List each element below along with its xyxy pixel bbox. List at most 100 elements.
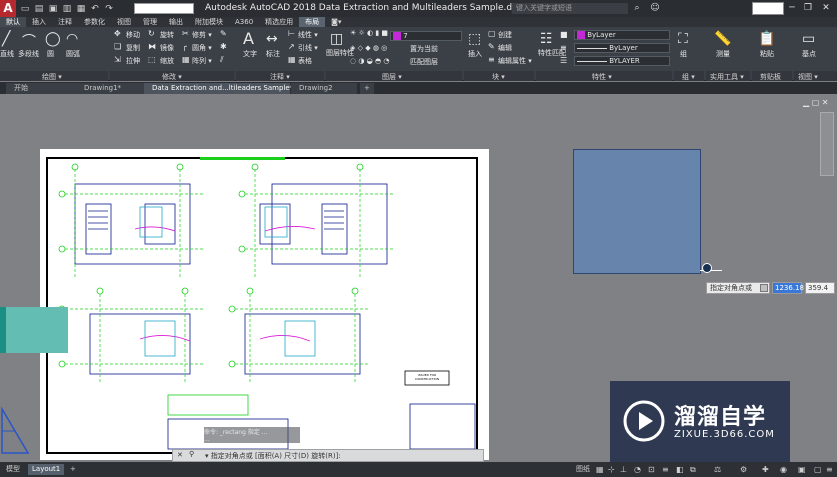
polar-icon[interactable]: ◔ [634,464,641,475]
new-file-icon[interactable]: ▭ [20,4,30,14]
circle-button[interactable]: 圆 [47,49,54,59]
explode-icon[interactable]: ✱ [220,42,227,51]
lineweight-dropdown[interactable]: BYLAYER [574,56,670,66]
polyline-button[interactable]: 多段线 [18,49,39,59]
color-dropdown[interactable]: ByLayer [574,30,670,40]
match-layer-button[interactable]: 匹配图层 [410,57,438,67]
match-properties-button[interactable]: 特性匹配 [538,49,566,57]
groups-panel-label[interactable]: 组 ▾ [682,72,695,82]
properties-panel-label[interactable]: 特性 ▾ [592,72,612,82]
table-button[interactable]: 表格 [298,56,312,66]
tab-output[interactable]: 输出 [163,17,189,27]
group-icon[interactable]: ⛶ [678,31,688,47]
tab-drawing2[interactable]: Drawing2 [291,83,357,94]
annotation-scale-icon[interactable]: ⚖ [714,464,721,475]
measure-icon[interactable]: 📏 [714,31,731,47]
dimension-button[interactable]: 标注 [266,49,280,59]
base-point-button[interactable]: 基点 [802,49,816,59]
plot-icon[interactable]: ▦ [76,4,86,14]
line-icon[interactable]: ╱ [2,31,10,47]
snap-icon[interactable]: ⊹ [608,464,615,475]
minimize-button[interactable]: ─ [785,2,799,15]
group-button[interactable]: 组 [680,49,687,59]
workspace-icon[interactable]: ⚙ [740,464,747,475]
tab-layout1[interactable]: Layout1 [28,464,65,475]
layer-tool-icons-2[interactable]: ◌ ◑ ◒ ◓ ◔ [350,57,389,65]
fillet-button[interactable]: 圆角 ▾ [192,43,212,53]
create-block-button[interactable]: 创建 [498,30,512,40]
modify-panel-label[interactable]: 修改 ▾ [162,72,182,82]
clean-screen-icon[interactable]: ▢ [814,464,822,475]
edit-block-icon[interactable]: ✎ [488,42,495,51]
dimension-icon[interactable]: ↔ [266,31,278,47]
save-icon[interactable]: ▣ [48,4,58,14]
grid-icon[interactable]: ▦ [596,464,604,475]
layer-properties-icon[interactable]: ◫ [330,31,343,47]
login-field[interactable] [752,2,784,15]
command-close-icon[interactable]: ✕ [177,451,183,459]
tab-model[interactable]: 模型 [2,464,24,475]
restore-button[interactable]: ❐ [801,2,815,15]
utilities-panel-label[interactable]: 实用工具 ▾ [710,72,744,82]
dynamic-input-x[interactable]: 1236.18 [772,282,804,294]
linear-button[interactable]: 线性 ▾ [298,30,318,40]
selection-cycling-icon[interactable]: ⧉ [690,464,696,475]
isolate-icon[interactable]: ◉ [780,464,787,475]
close-button[interactable]: ✕ [819,2,833,15]
polyline-icon[interactable]: ⌒ [22,31,36,51]
arc-icon[interactable]: ◠ [66,31,78,47]
stretch-button[interactable]: 拉伸 [126,56,140,66]
edit-attributes-icon[interactable]: ≡ [488,55,495,64]
fillet-icon[interactable]: ╭ [182,42,187,51]
paper-space-label[interactable]: 图纸 [572,464,594,475]
autocad-logo-icon[interactable]: A [0,0,16,17]
circle-icon[interactable]: ◯ [45,31,61,47]
mirror-button[interactable]: 镜像 [160,43,174,53]
ortho-icon[interactable]: ⊥ [620,464,627,475]
table-icon[interactable]: ▦ [288,55,296,64]
move-icon[interactable]: ✥ [114,29,121,38]
copy-button[interactable]: 复制 [126,43,140,53]
tab-more[interactable]: ◙▾ [325,17,347,27]
trim-icon[interactable]: ✂ [182,29,189,38]
text-icon[interactable]: A [243,29,254,48]
tab-insert[interactable]: 插入 [26,17,52,27]
tab-layout[interactable]: 布局 [299,17,326,27]
leader-button[interactable]: 引线 ▾ [298,43,318,53]
layers-panel-label[interactable]: 图层 ▾ [382,72,402,82]
hardware-acceleration-icon[interactable]: ▣ [798,464,806,475]
leader-icon[interactable]: ↗ [288,42,295,51]
set-current-button[interactable]: 置为当前 [410,44,438,54]
redo-icon[interactable]: ↷ [104,4,114,14]
linear-icon[interactable]: ⊢ [288,29,295,38]
tab-addins[interactable]: 附加模块 [189,17,229,27]
dynamic-input-menu-icon[interactable] [760,284,768,292]
scale-button[interactable]: 缩放 [160,56,174,66]
open-file-icon[interactable]: ▤ [34,4,44,14]
block-panel-label[interactable]: 块 ▾ [492,72,505,82]
array-button[interactable]: 阵列 ▾ [192,56,212,66]
scale-icon[interactable]: ⬚ [148,55,156,64]
user-icon[interactable]: ☺ [648,2,662,15]
navigation-bar[interactable] [820,112,834,176]
edit-block-button[interactable]: 编辑 [498,43,512,53]
command-line[interactable]: ✕ ⚲ ▾ 指定对角点或 [面积(A) 尺寸(D) 旋转(R)]: [172,449,484,462]
stretch-icon[interactable]: ⇲ [114,55,121,64]
lineweight-toggle-icon[interactable]: ≡ [662,464,669,475]
tab-view[interactable]: 视图 [111,17,137,27]
add-layout-button[interactable]: + [66,464,80,475]
annotation-panel-label[interactable]: 注释 ▾ [270,72,290,82]
tab-annotate[interactable]: 注释 [52,17,78,27]
insert-button[interactable]: 插入 [468,49,482,59]
command-tools-icon[interactable]: ⚲ [189,450,194,458]
edit-attributes-button[interactable]: 编辑属性 ▾ [498,56,532,66]
new-tab-button[interactable]: + [360,83,374,94]
create-block-icon[interactable]: ▢ [488,29,496,38]
array-icon[interactable]: ▦ [182,55,190,64]
erase-icon[interactable]: ✎ [220,29,227,38]
match-properties-icon[interactable]: ☷ [540,31,553,47]
draw-panel-label[interactable]: 绘图 ▾ [42,72,62,82]
tab-default[interactable]: 默认 [0,17,26,27]
line-button[interactable]: 直线 [0,49,14,59]
paste-button[interactable]: 粘贴 [760,49,774,59]
